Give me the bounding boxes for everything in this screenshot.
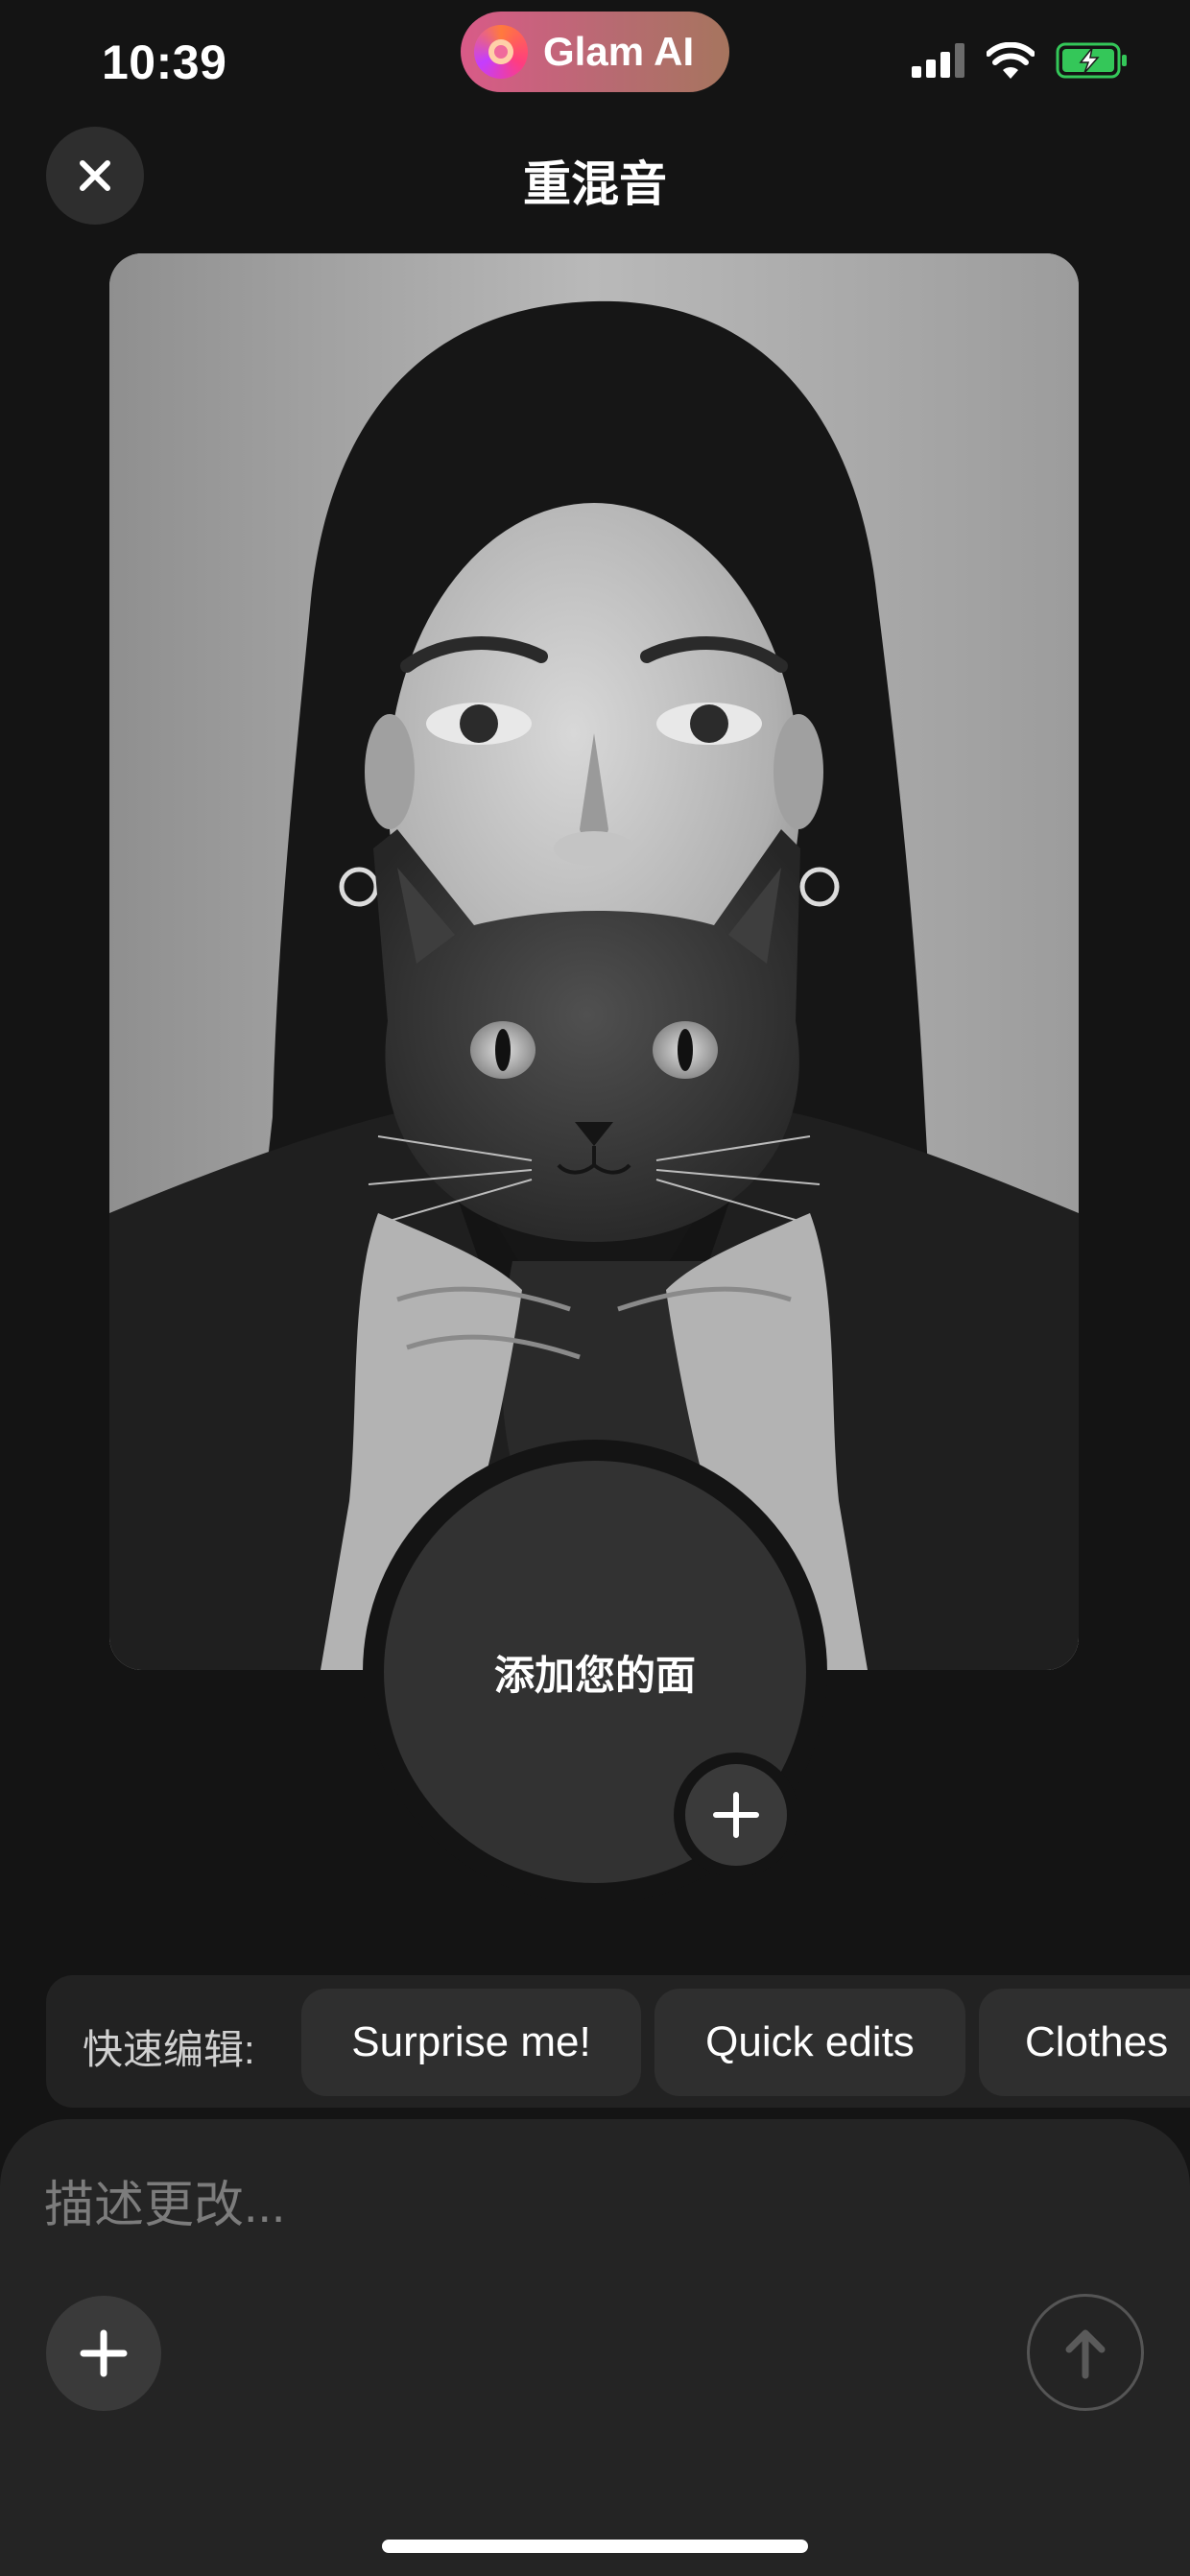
- chip-surprise-me[interactable]: Surprise me!: [301, 1989, 641, 2096]
- plus-icon: [713, 1792, 759, 1838]
- status-time: 10:39: [102, 36, 227, 89]
- page-title: 重混音: [523, 157, 667, 211]
- battery-charging-icon: [1056, 42, 1127, 79]
- describe-changes-input[interactable]: [44, 2167, 1004, 2244]
- send-button[interactable]: [1027, 2294, 1144, 2411]
- app-name: Glam AI: [543, 29, 695, 74]
- add-face-plus-inner: [685, 1764, 787, 1866]
- attach-button[interactable]: [46, 2296, 161, 2411]
- arrow-up-icon: [1065, 2329, 1106, 2379]
- plus-icon: [80, 2329, 128, 2377]
- quick-edit-label: 快速编辑:: [83, 2027, 255, 2072]
- chip-quick-edits[interactable]: Quick edits: [654, 1989, 965, 2096]
- wifi-icon: [987, 42, 1035, 79]
- home-indicator[interactable]: [382, 2540, 808, 2553]
- add-face-plus-button[interactable]: [674, 1753, 798, 1877]
- add-face-label: 添加您的面: [493, 1652, 696, 1698]
- signal-icon: [912, 43, 964, 78]
- app-indicator-pill[interactable]: Glam AI: [461, 12, 729, 92]
- status-icons: [912, 42, 1129, 79]
- glam-logo-icon: [474, 25, 528, 79]
- chip-clothes[interactable]: Clothes: [979, 1989, 1190, 2096]
- remix-screen: 10:39 Glam AI 重混音 添加您的面 快速编辑: Surprise m…: [0, 0, 1190, 2576]
